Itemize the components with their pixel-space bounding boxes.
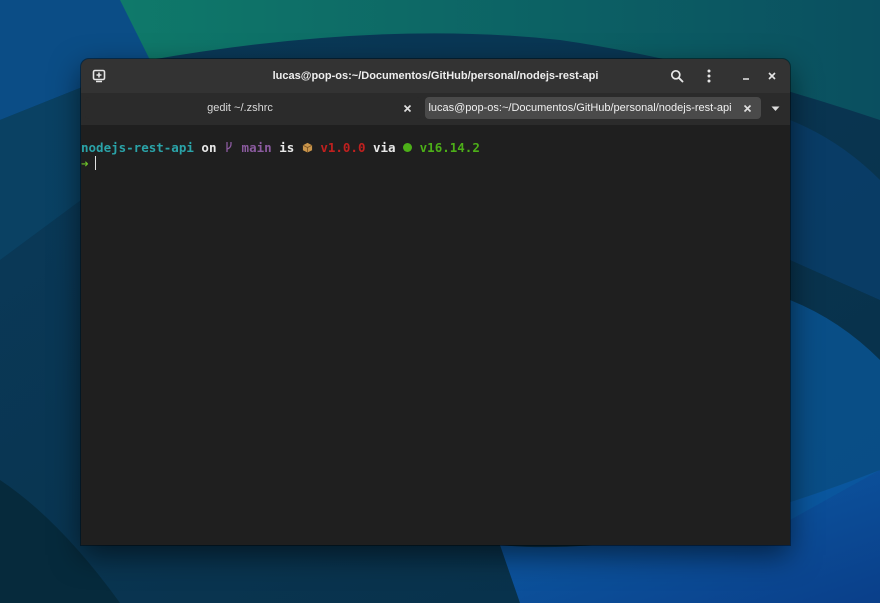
prompt-via: via <box>373 140 396 155</box>
prompt-directory: nodejs-rest-api <box>81 140 194 155</box>
tab-gedit[interactable]: gedit ~/.zshrc <box>85 97 421 119</box>
prompt-package-version: v1.0.0 <box>320 140 366 155</box>
close-icon[interactable] <box>763 67 781 85</box>
prompt-on: on <box>201 140 217 155</box>
close-icon[interactable] <box>399 100 415 116</box>
search-icon[interactable] <box>668 67 686 85</box>
terminal-output[interactable]: nodejs-rest-api on main is v1.0.0 via v1… <box>81 125 790 545</box>
minimize-icon[interactable] <box>737 67 755 85</box>
tab-label: lucas@pop-os:~/Documentos/GitHub/persona… <box>428 102 732 114</box>
prompt-arrow: ➜ <box>81 156 89 171</box>
prompt-is: is <box>279 140 295 155</box>
node-dot-icon <box>403 143 413 152</box>
text-cursor <box>94 156 96 170</box>
prompt-line: nodejs-rest-api on main is v1.0.0 via v1… <box>81 140 790 156</box>
new-tab-icon[interactable] <box>91 68 107 84</box>
titlebar: lucas@pop-os:~/Documentos/GitHub/persona… <box>81 59 790 93</box>
git-branch-icon <box>226 142 232 152</box>
tab-label: gedit ~/.zshrc <box>207 102 273 114</box>
prompt-node-version: v16.14.2 <box>419 140 480 155</box>
input-line[interactable]: ➜ <box>81 156 790 172</box>
terminal-window: lucas@pop-os:~/Documentos/GitHub/persona… <box>81 59 790 545</box>
tab-bar: gedit ~/.zshrc lucas@pop-os:~/Documentos… <box>81 93 790 125</box>
close-icon[interactable] <box>739 100 755 116</box>
chevron-down-icon[interactable] <box>768 102 782 116</box>
package-icon <box>302 142 313 153</box>
tab-terminal[interactable]: lucas@pop-os:~/Documentos/GitHub/persona… <box>425 97 761 119</box>
kebab-menu-icon[interactable] <box>700 67 718 85</box>
prompt-branch: main <box>241 140 272 155</box>
